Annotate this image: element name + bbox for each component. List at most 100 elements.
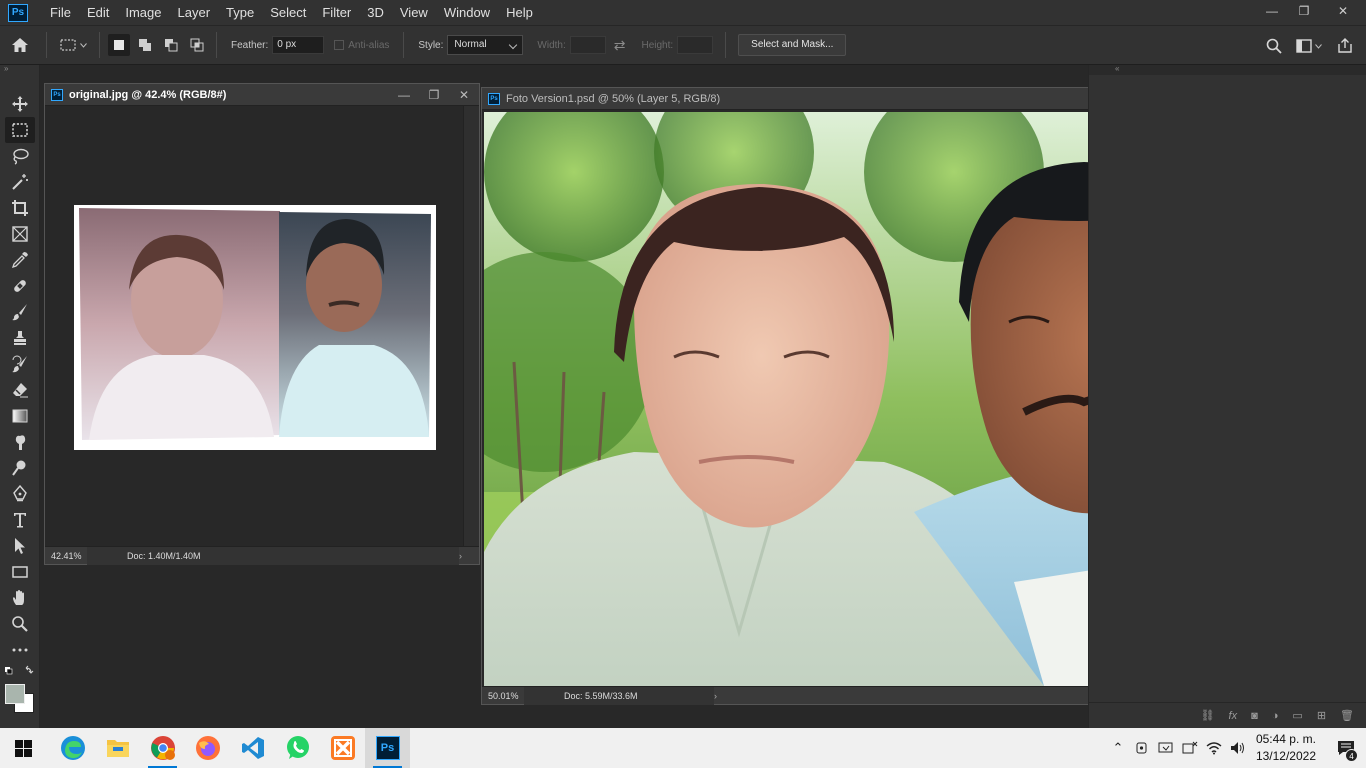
original-window-titlebar[interactable]: Ps original.jpg @ 42.4% (RGB/8#) — ❐ ✕ [45,84,479,106]
notifications-button[interactable]: 4 [1326,728,1366,768]
gradient-tool[interactable] [0,403,40,429]
move-tool[interactable] [0,91,40,117]
taskbar-xampp[interactable] [320,728,365,768]
style-select[interactable]: Normal [447,35,524,55]
adjustment-layer-icon[interactable]: ◑ [1272,710,1279,722]
width-label: Width: [537,39,566,51]
crop-tool[interactable] [0,195,40,221]
eyedropper-tool[interactable] [0,247,40,273]
taskbar-edge[interactable] [50,728,95,768]
dodge-tool[interactable] [0,455,40,481]
chrome-icon [150,736,175,760]
fx-icon[interactable]: fx [1229,710,1238,722]
marquee-preset-picker[interactable] [53,32,93,58]
app-minimize-button[interactable]: — [1256,0,1288,22]
menu-edit[interactable]: Edit [79,0,117,25]
original-minimize-button[interactable]: — [389,84,419,106]
feather-input[interactable]: 0 px [272,36,325,54]
app-close-button[interactable]: ✕ [1320,0,1366,22]
rectangle-tool[interactable] [0,559,40,585]
share-icon[interactable] [1336,38,1354,54]
new-selection-button[interactable] [108,34,130,56]
healing-brush-tool[interactable] [0,273,40,299]
clone-stamp-tool[interactable] [0,325,40,351]
menu-select[interactable]: Select [262,0,314,25]
show-hidden-icons-chevron-icon[interactable]: ⌃ [1106,728,1130,768]
taskbar-vscode[interactable] [230,728,275,768]
original-close-button[interactable]: ✕ [449,84,479,106]
workspace-switcher[interactable] [1296,39,1322,53]
edit-toolbar-button[interactable] [0,637,40,663]
volume-icon[interactable] [1226,728,1250,768]
delete-layer-icon[interactable]: 🗑 [1340,709,1354,722]
wifi-icon[interactable] [1202,728,1226,768]
menu-filter[interactable]: Filter [314,0,359,25]
original-vertical-scrollbar[interactable] [463,106,479,546]
foreground-color-swatch[interactable] [5,684,25,704]
display-icon[interactable] [1154,728,1178,768]
options-bar: Feather: 0 px Anti-alias Style: Normal W… [0,25,1366,65]
layers-panel-footer: ⛓ fx ◙ ◑ ▭ ⊞ 🗑 [1089,702,1366,728]
start-button[interactable] [0,728,46,768]
taskbar-chrome[interactable] [140,728,185,768]
pen-tool[interactable] [0,481,40,507]
menu-layer[interactable]: Layer [170,0,219,25]
foto-window-title: Foto Version1.psd @ 50% (Layer 5, RGB/8) [506,92,721,105]
add-selection-button[interactable] [134,34,156,56]
hand-tool[interactable] [0,585,40,611]
taskbar-whatsapp[interactable] [275,728,320,768]
swap-colors-icon [25,665,34,674]
new-group-icon[interactable]: ▭ [1292,709,1302,722]
brush-tool[interactable] [0,299,40,325]
vscode-icon [241,737,264,759]
intersect-selection-button[interactable] [186,34,208,56]
type-tool[interactable] [0,507,40,533]
new-layer-icon[interactable]: ⊞ [1317,709,1326,722]
original-restore-button[interactable]: ❐ [419,84,449,106]
crop-icon [12,200,28,216]
search-icon[interactable] [1266,38,1282,54]
magic-wand-tool[interactable] [0,169,40,195]
tools-panel: » [0,65,40,728]
color-swatches [4,665,36,715]
menu-image[interactable]: Image [117,0,169,25]
app-restore-button[interactable]: ❐ [1288,0,1320,22]
foto-zoom-level[interactable]: 50.01% [482,691,524,701]
panel-collapse-icon[interactable]: « [1089,65,1366,75]
dodge-icon [12,460,26,476]
menu-help[interactable]: Help [498,0,541,25]
taskbar-photoshop[interactable]: Ps [365,728,410,768]
menu-type[interactable]: Type [218,0,262,25]
status-menu-arrow-icon[interactable]: › [459,551,479,561]
magic-wand-icon [12,174,28,190]
subtract-selection-button[interactable] [160,34,182,56]
taskbar-file-explorer[interactable] [95,728,140,768]
link-layers-icon[interactable]: ⛓ [1201,709,1215,722]
menu-3d[interactable]: 3D [359,0,392,25]
network-disconnected-icon[interactable] [1178,728,1202,768]
menu-window[interactable]: Window [436,0,498,25]
select-and-mask-button[interactable]: Select and Mask... [738,34,847,56]
frame-tool[interactable] [0,221,40,247]
rectangular-marquee-tool[interactable] [5,117,35,143]
chevron-down-icon [79,42,87,48]
lasso-tool[interactable] [0,143,40,169]
add-mask-icon[interactable]: ◙ [1251,710,1258,722]
height-input [677,36,714,54]
menu-file[interactable]: File [42,0,79,25]
zoom-tool[interactable] [0,611,40,637]
collapse-toolbar-icon[interactable]: » [0,65,39,75]
path-selection-tool[interactable] [0,533,40,559]
history-brush-tool[interactable] [0,351,40,377]
meet-now-icon[interactable] [1130,728,1154,768]
taskbar-firefox[interactable] [185,728,230,768]
original-zoom-level[interactable]: 42.41% [45,551,87,561]
eraser-tool[interactable] [0,377,40,403]
original-document-window[interactable]: Ps original.jpg @ 42.4% (RGB/8#) — ❐ ✕ 4… [44,83,480,565]
smudge-tool[interactable] [0,429,40,455]
menu-view[interactable]: View [392,0,436,25]
foto-doc-size: Doc: 5.59M/33.6M [524,686,714,705]
home-button[interactable] [0,25,40,65]
original-status-bar: 42.41% Doc: 1.40M/1.40M › [45,546,479,565]
taskbar-clock[interactable]: 05:44 p. m. 13/12/2022 [1256,731,1316,765]
